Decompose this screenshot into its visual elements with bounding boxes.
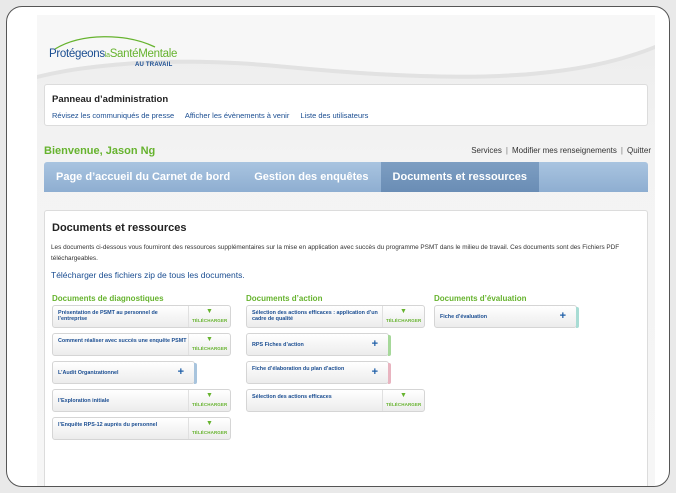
color-tab — [388, 363, 391, 384]
document-card[interactable]: l’Exploration initiale ▼ TÉLÉCHARGER — [52, 389, 231, 412]
admin-link-events[interactable]: Afficher les évènements à venir — [185, 111, 290, 120]
color-tab — [194, 363, 197, 384]
plus-icon[interactable]: + — [178, 367, 184, 378]
column-title: Documents d’action — [246, 294, 323, 303]
expandable-document-card[interactable]: L’Audit Organizationnel + — [52, 361, 197, 384]
download-arrow-icon: ▼ — [206, 392, 213, 399]
download-label: TÉLÉCHARGER — [192, 346, 228, 351]
download-label: TÉLÉCHARGER — [192, 430, 228, 435]
user-links: Services | Modifier mes renseignements | Qui… — [471, 146, 651, 155]
document-card[interactable]: l’Enquête RPS-12 auprès du personnel ▼ TÉL… — [52, 417, 231, 440]
document-card[interactable]: Sélection des actions efficaces ▼ TÉLÉCHAR… — [246, 389, 425, 412]
column-title: Documents d’évaluation — [434, 294, 527, 303]
admin-link-press[interactable]: Révisez les communiqués de presse — [52, 111, 174, 120]
logo-text: ProtégeonslaSantéMentale — [49, 48, 178, 60]
download-arrow-icon: ▼ — [400, 392, 407, 399]
expandable-document-card[interactable]: Fiche d’élaboration du plan d’action + — [246, 361, 391, 384]
admin-links: Révisez les communiqués de presse Affich… — [52, 111, 377, 120]
document-title: Sélection des actions efficaces — [252, 394, 332, 400]
logo[interactable]: ProtégeonslaSantéMentale AU TRAVAIL — [49, 35, 209, 75]
section-description: Les documents ci-dessous vous fourniront… — [51, 244, 620, 262]
document-card[interactable]: Comment réaliser avec succès une enquête… — [52, 333, 231, 356]
download-button[interactable]: ▼ TÉLÉCHARGER — [188, 418, 230, 439]
document-title: l’Enquête RPS-12 auprès du personnel — [58, 422, 158, 428]
document-title: Fiche d’évaluation — [440, 314, 488, 320]
admin-link-users[interactable]: Liste des utilisateurs — [300, 111, 368, 120]
edit-profile-link[interactable]: Modifier mes renseignements — [512, 146, 617, 155]
color-tab — [388, 335, 391, 356]
services-link[interactable]: Services — [471, 146, 502, 155]
logout-link[interactable]: Quitter — [627, 146, 651, 155]
column-diagnostic: Documents de diagnostiques Présentation d… — [52, 294, 231, 445]
plus-icon[interactable]: + — [560, 311, 566, 322]
download-zip-link[interactable]: Télécharger des fichiers zip de tous les… — [51, 270, 245, 280]
window-frame: ProtégeonslaSantéMentale AU TRAVAIL Pann… — [6, 6, 670, 487]
content-panel: Documents et ressources Les documents ci… — [44, 210, 648, 486]
separator: | — [620, 146, 623, 155]
download-arrow-icon: ▼ — [206, 420, 213, 427]
download-arrow-icon: ▼ — [400, 308, 407, 315]
document-title: l’Exploration initiale — [58, 398, 110, 404]
tab-home[interactable]: Page d’accueil du Carnet de bord — [44, 162, 242, 192]
welcome-message: Bienvenue, Jason Ng — [44, 145, 156, 157]
document-title: Fiche d’élaboration du plan d’action — [252, 366, 345, 372]
download-label: TÉLÉCHARGER — [192, 318, 228, 323]
admin-panel: Panneau d’administration Révisez les com… — [44, 84, 648, 126]
document-card[interactable]: Sélection des actions efficaces : applic… — [246, 305, 425, 328]
document-title: L’Audit Organizationnel — [58, 370, 119, 376]
download-button[interactable]: ▼ TÉLÉCHARGER — [382, 306, 424, 327]
column-action: Documents d’action Sélection des actions … — [246, 294, 425, 417]
page: ProtégeonslaSantéMentale AU TRAVAIL Pann… — [37, 15, 655, 486]
expandable-document-card[interactable]: RPS Fiches d’action + — [246, 333, 391, 356]
download-label: TÉLÉCHARGER — [386, 318, 422, 323]
download-label: TÉLÉCHARGER — [386, 402, 422, 407]
separator: | — [505, 146, 508, 155]
download-arrow-icon: ▼ — [206, 308, 213, 315]
tab-surveys[interactable]: Gestion des enquêtes — [242, 162, 380, 192]
column-evaluation: Documents d’évaluation Fiche d’évaluation… — [434, 294, 579, 333]
main-nav: Page d’accueil du Carnet de bord Gestion… — [44, 162, 648, 192]
document-title: Sélection des actions efficaces : applic… — [252, 310, 378, 323]
download-button[interactable]: ▼ TÉLÉCHARGER — [382, 390, 424, 411]
plus-icon[interactable]: + — [372, 367, 378, 378]
download-button[interactable]: ▼ TÉLÉCHARGER — [188, 306, 230, 327]
section-title: Documents et ressources — [52, 222, 187, 234]
download-button[interactable]: ▼ TÉLÉCHARGER — [188, 390, 230, 411]
download-arrow-icon: ▼ — [206, 336, 213, 343]
logo-subtitle: AU TRAVAIL — [135, 62, 173, 68]
admin-panel-title: Panneau d’administration — [52, 94, 169, 105]
plus-icon[interactable]: + — [372, 339, 378, 350]
expandable-document-card[interactable]: Fiche d’évaluation + — [434, 305, 579, 328]
column-title: Documents de diagnostiques — [52, 294, 164, 303]
color-tab — [576, 307, 579, 328]
document-title: Comment réaliser avec succès une enquête… — [58, 338, 187, 344]
tab-documents[interactable]: Documents et ressources — [380, 162, 540, 192]
document-card[interactable]: Présentation de PSMT au personnel de l’e… — [52, 305, 231, 328]
document-title: RPS Fiches d’action — [252, 342, 304, 348]
document-title: Présentation de PSMT au personnel de l’e… — [58, 310, 158, 323]
download-button[interactable]: ▼ TÉLÉCHARGER — [188, 334, 230, 355]
download-label: TÉLÉCHARGER — [192, 402, 228, 407]
